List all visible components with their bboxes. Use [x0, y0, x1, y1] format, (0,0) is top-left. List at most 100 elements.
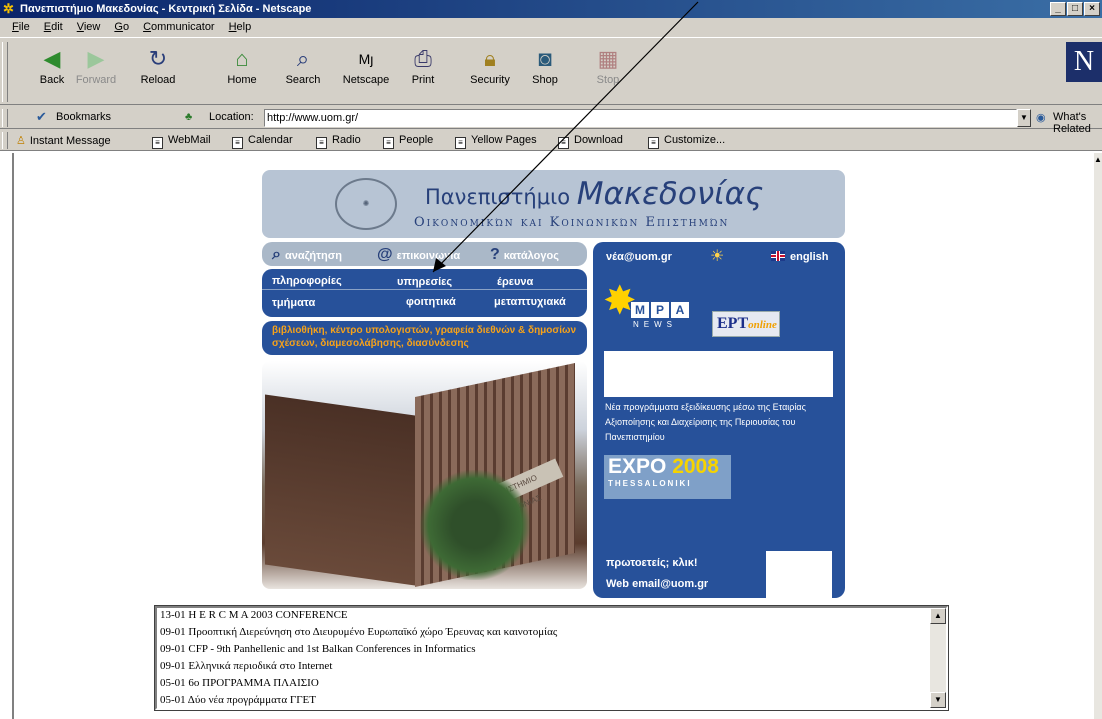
url-input[interactable]: http://www.uom.gr/: [264, 109, 1017, 127]
bookmark-label: Download: [574, 134, 623, 146]
bookmark-icon: ≡: [455, 137, 466, 149]
print-button[interactable]: ⎙ Print: [399, 44, 447, 86]
list-item[interactable]: 09-01 Ελληνικά περιοδικά στο Internet: [160, 660, 332, 672]
uk-flag-icon[interactable]: [771, 251, 785, 261]
catalog-link[interactable]: ? κατάλογος: [490, 246, 559, 264]
stop-label: Stop: [596, 74, 620, 86]
person-icon: ♙: [16, 135, 26, 147]
bookmarks-icon[interactable]: ✔: [36, 109, 47, 125]
menu-view[interactable]: View: [71, 18, 107, 36]
bookmark-yellow-pages[interactable]: ≡ Yellow Pages: [455, 134, 537, 149]
security-label: Security: [470, 74, 510, 86]
netscape-throbber-logo[interactable]: N: [1066, 42, 1102, 82]
netscape-button[interactable]: Mȷ Netscape: [342, 44, 390, 86]
nav-departments[interactable]: τμήματα: [272, 297, 315, 309]
news-list-scrollbar[interactable]: ▲ ▼: [930, 608, 946, 708]
scroll-up-arrow-icon[interactable]: ▲: [1094, 155, 1102, 164]
maximize-button[interactable]: □: [1067, 2, 1083, 16]
instant-message-button[interactable]: ♙ Instant Message: [16, 134, 111, 147]
bookmark-calendar[interactable]: ≡ Calendar: [232, 134, 293, 149]
bookmark-icon: ≡: [383, 137, 394, 149]
close-button[interactable]: ×: [1084, 2, 1100, 16]
home-button[interactable]: ⌂ Home: [218, 44, 266, 86]
bookmark-label: Yellow Pages: [471, 134, 537, 146]
home-icon: ⌂: [235, 46, 249, 71]
mpa-news-logo[interactable]: ✸ M P A NEWS: [603, 280, 695, 342]
nav-info[interactable]: πληροφορίες: [272, 275, 342, 287]
bookmark-label: WebMail: [168, 134, 211, 146]
scroll-up-arrow-icon[interactable]: ▲: [930, 608, 946, 624]
shop-button[interactable]: ◙ Shop: [521, 44, 569, 86]
forward-button[interactable]: ▶ Forward: [72, 44, 120, 86]
bookmark-label: Customize...: [664, 134, 726, 146]
minimize-button[interactable]: _: [1050, 2, 1066, 16]
toolbar-grip[interactable]: [2, 132, 8, 149]
whats-related-icon[interactable]: ◉: [1036, 111, 1046, 124]
reload-button[interactable]: ↻ Reload: [134, 44, 182, 86]
news-email-link[interactable]: νέα@uom.gr: [606, 251, 672, 263]
nav-services[interactable]: υπηρεσίες: [397, 276, 452, 288]
menu-bar: File Edit View Go Communicator Help: [0, 18, 1102, 36]
weather-sun-icon[interactable]: ☀: [710, 246, 736, 265]
webmail-slot[interactable]: [766, 551, 832, 598]
print-icon: ⎙: [414, 46, 432, 71]
list-item[interactable]: 09-01 CFP - 9th Panhellenic and 1st Balk…: [160, 643, 475, 655]
expo-title: EXPO 2008: [608, 455, 731, 479]
scroll-down-arrow-icon[interactable]: ▼: [930, 692, 946, 708]
forward-arrow-icon: ▶: [87, 46, 105, 71]
bookmark-webmail[interactable]: ≡ WebMail: [152, 134, 211, 149]
search-link[interactable]: ⌕ αναζήτηση: [272, 246, 342, 264]
ert-text: EPT: [717, 315, 749, 332]
bookmark-label: Radio: [332, 134, 361, 146]
personal-toolbar: ♙ Instant Message ≡ WebMail ≡ Calendar ≡ Rad…: [0, 130, 1102, 151]
menu-edit[interactable]: Edit: [38, 18, 69, 36]
news-banner-slot[interactable]: [604, 351, 833, 397]
netscape-label: Netscape: [342, 74, 390, 86]
services-link[interactable]: βιβλιοθήκη, κέντρο υπολογιστών, γραφεία …: [272, 324, 582, 350]
expo-2008-logo[interactable]: EXPO 2008 THESSALONIKI: [604, 455, 731, 499]
list-item[interactable]: 09-01 Προοπτική Διερεύνηση στο Διευρυμέν…: [160, 626, 557, 638]
at-sign-icon: @: [377, 246, 393, 263]
page-vertical-scrollbar[interactable]: ▲: [1094, 153, 1102, 719]
search-button[interactable]: ⌕ Search: [279, 44, 327, 86]
location-label: Location:: [209, 111, 254, 123]
list-item[interactable]: 13-01 H E R C M A 2003 CONFERENCE: [160, 609, 348, 621]
nav-students[interactable]: φοιτητικά: [406, 296, 456, 308]
security-button[interactable]: 🔒︎ Security: [466, 44, 514, 86]
ert-online-logo[interactable]: EPTonline: [712, 311, 780, 337]
bookmarks-button[interactable]: Bookmarks: [56, 111, 111, 123]
bookmark-label: Calendar: [248, 134, 293, 146]
banner-title: Πανεπιστήμιο Μακεδονίας: [425, 176, 763, 212]
toolbar-grip[interactable]: [2, 109, 8, 127]
list-item[interactable]: 05-01 6ο ΠΡΟΓΡΑΜΜΑ ΠΛΑΙΣΙΟ: [160, 677, 319, 689]
news-ticker-list[interactable]: 13-01 H E R C M A 2003 CONFERENCE 09-01 …: [154, 605, 949, 711]
bookmark-radio[interactable]: ≡ Radio: [316, 134, 361, 149]
list-item[interactable]: 05-01 Δύο νέα προγράμματα ΓΓΕΤ: [160, 694, 316, 706]
nav-research[interactable]: έρευνα: [497, 276, 533, 288]
menu-communicator[interactable]: Communicator: [137, 18, 221, 36]
back-button[interactable]: ◀ Back: [28, 44, 76, 86]
reload-label: Reload: [140, 74, 176, 86]
menu-help[interactable]: Help: [223, 18, 258, 36]
window-title-bar[interactable]: ✲ Πανεπιστήμιο Μακεδονίας - Κεντρική Σελ…: [0, 0, 1102, 18]
bookmark-customize[interactable]: ≡ Customize...: [648, 134, 725, 149]
page-proxy-icon[interactable]: ♣: [185, 111, 192, 123]
window-controls: _ □ ×: [1050, 2, 1100, 16]
url-dropdown-button[interactable]: ▼: [1017, 109, 1031, 127]
freshmen-link[interactable]: πρωτοετείς; κλικ!: [606, 557, 698, 569]
stop-button[interactable]: ▦ Stop: [584, 44, 632, 86]
contact-link[interactable]: @ επικοινωνία: [377, 246, 460, 264]
bookmark-people[interactable]: ≡ People: [383, 134, 433, 149]
nav-postgrad[interactable]: μεταπτυχιακά: [494, 296, 566, 308]
university-seal-logo: ✺: [335, 178, 397, 230]
menu-go[interactable]: Go: [108, 18, 135, 36]
webmail-link[interactable]: Web email@uom.gr: [606, 578, 708, 590]
menu-file[interactable]: File: [6, 18, 36, 36]
bookmark-icon: ≡: [648, 137, 659, 149]
english-link[interactable]: english: [790, 251, 829, 263]
bookmark-label: People: [399, 134, 434, 146]
news-blurb-link[interactable]: Νέα προγράμματα εξειδίκευσης μέσω της Ετ…: [605, 400, 825, 445]
expo-city: THESSALONIKI: [608, 479, 692, 488]
toolbar-grip[interactable]: [2, 42, 8, 102]
bookmark-download[interactable]: ≡ Download: [558, 134, 623, 149]
